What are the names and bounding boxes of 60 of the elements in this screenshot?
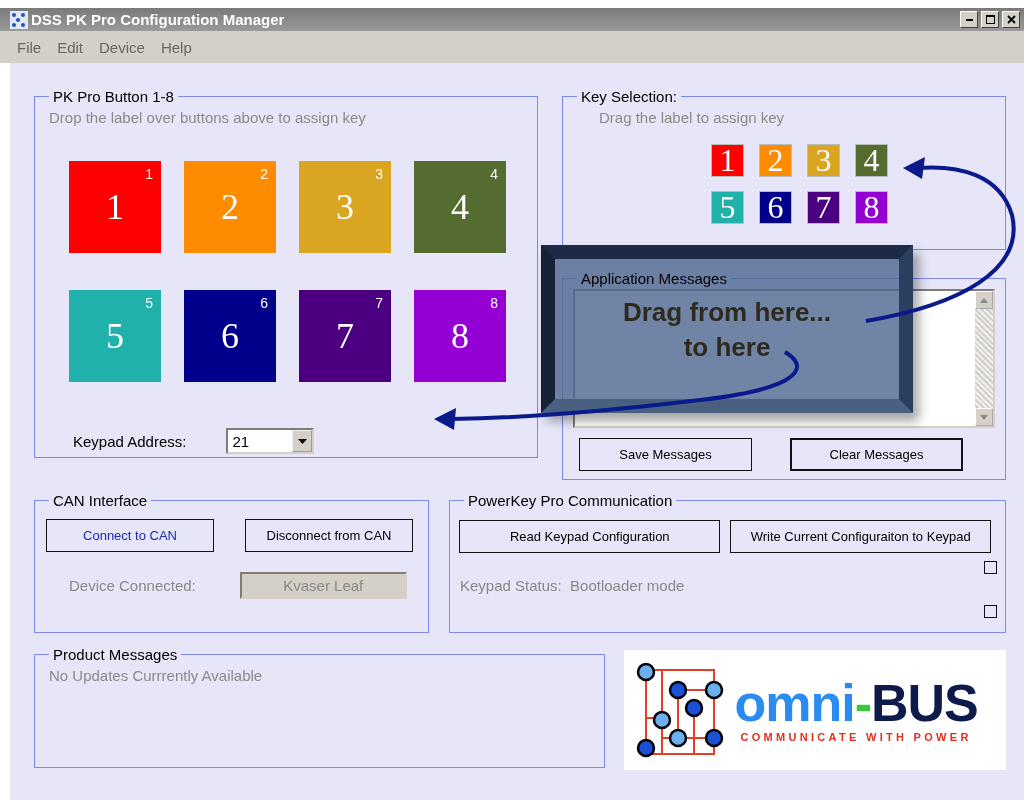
key-number-label: 3 — [375, 166, 383, 182]
key-number-label: 1 — [145, 166, 153, 182]
hint-text: Drag the label to assign key — [599, 109, 785, 126]
key-button[interactable]: 7 7 — [299, 290, 391, 382]
menu-item[interactable]: Edit — [57, 38, 84, 56]
key-label-tile[interactable]: 7 — [807, 191, 840, 224]
window-title: DSS PK Pro Configuration Manager — [31, 11, 286, 28]
messages-button[interactable]: Save Messages — [579, 438, 752, 471]
keypad-button[interactable]: Read Keypad Configuration — [459, 520, 721, 553]
hint-text: Drop the label over buttons above to assign key — [49, 109, 366, 126]
key-number-label: 6 — [260, 295, 268, 311]
group-title: PowerKey Pro Communication — [467, 492, 674, 509]
scroll-down-icon[interactable] — [975, 408, 993, 426]
keypad-button[interactable]: Write Current Configuraiton to Keypad — [730, 520, 991, 553]
menu-item[interactable]: File — [17, 38, 42, 56]
key-number-label: 8 — [490, 295, 498, 311]
menu-item[interactable]: Help — [160, 38, 192, 56]
app-icon — [10, 10, 28, 29]
can-button[interactable]: Disconnect from CAN — [245, 519, 413, 552]
checkbox[interactable] — [984, 605, 997, 618]
group-title: CAN Interface — [52, 492, 149, 509]
key-number-label: 2 — [260, 166, 268, 182]
key-number-label: 7 — [375, 295, 383, 311]
can-button[interactable]: Connect to CAN — [46, 519, 214, 552]
minimize-icon — [965, 18, 973, 21]
group-title: Key Selection: — [580, 88, 678, 105]
key-label-tile[interactable]: 1 — [711, 144, 744, 177]
field-label: Device Connected: — [69, 577, 196, 594]
callout-text: Drag from here... — [622, 296, 832, 329]
status-text: Keypad Status: Bootloader mode — [460, 577, 686, 594]
key-button[interactable]: 4 4 — [414, 161, 506, 253]
device-field: Kvaser Leaf — [239, 572, 407, 599]
key-button[interactable]: 1 1 — [69, 161, 161, 253]
group-title: Product Messages — [52, 646, 179, 663]
callout-text: to here — [683, 331, 771, 364]
scrollbar[interactable] — [975, 291, 993, 426]
minimize-button[interactable] — [960, 11, 978, 28]
scroll-up-icon[interactable] — [975, 291, 993, 309]
menu-item[interactable]: Device — [99, 38, 145, 56]
key-button[interactable]: 6 6 — [184, 290, 276, 382]
product-message-text: No Updates Currrently Available — [49, 667, 263, 684]
messages-button[interactable]: Clear Messages — [790, 438, 963, 471]
field-label: Keypad Address: — [73, 432, 187, 450]
key-label-tile[interactable]: 8 — [855, 191, 888, 224]
group-title: PK Pro Button 1-8 — [52, 88, 175, 105]
checkbox[interactable] — [984, 561, 997, 574]
group-title: Application Messages — [580, 270, 728, 287]
address-dropdown[interactable]: 21 — [226, 428, 315, 454]
key-number-label: 4 — [490, 166, 498, 182]
logo-wordmark: omni-BUS — [734, 677, 978, 729]
maximize-button[interactable] — [981, 11, 999, 28]
close-icon — [1006, 15, 1016, 24]
logo-tagline: COMMUNICATE WITH POWER — [740, 731, 973, 743]
close-button[interactable] — [1002, 11, 1020, 28]
key-label-tile[interactable]: 4 — [855, 144, 888, 177]
key-label-tile[interactable]: 6 — [759, 191, 792, 224]
dropdown-caret-icon[interactable] — [292, 430, 313, 452]
key-number-label: 5 — [145, 295, 153, 311]
key-button[interactable]: 8 8 — [414, 290, 506, 382]
maximize-icon — [985, 15, 995, 24]
